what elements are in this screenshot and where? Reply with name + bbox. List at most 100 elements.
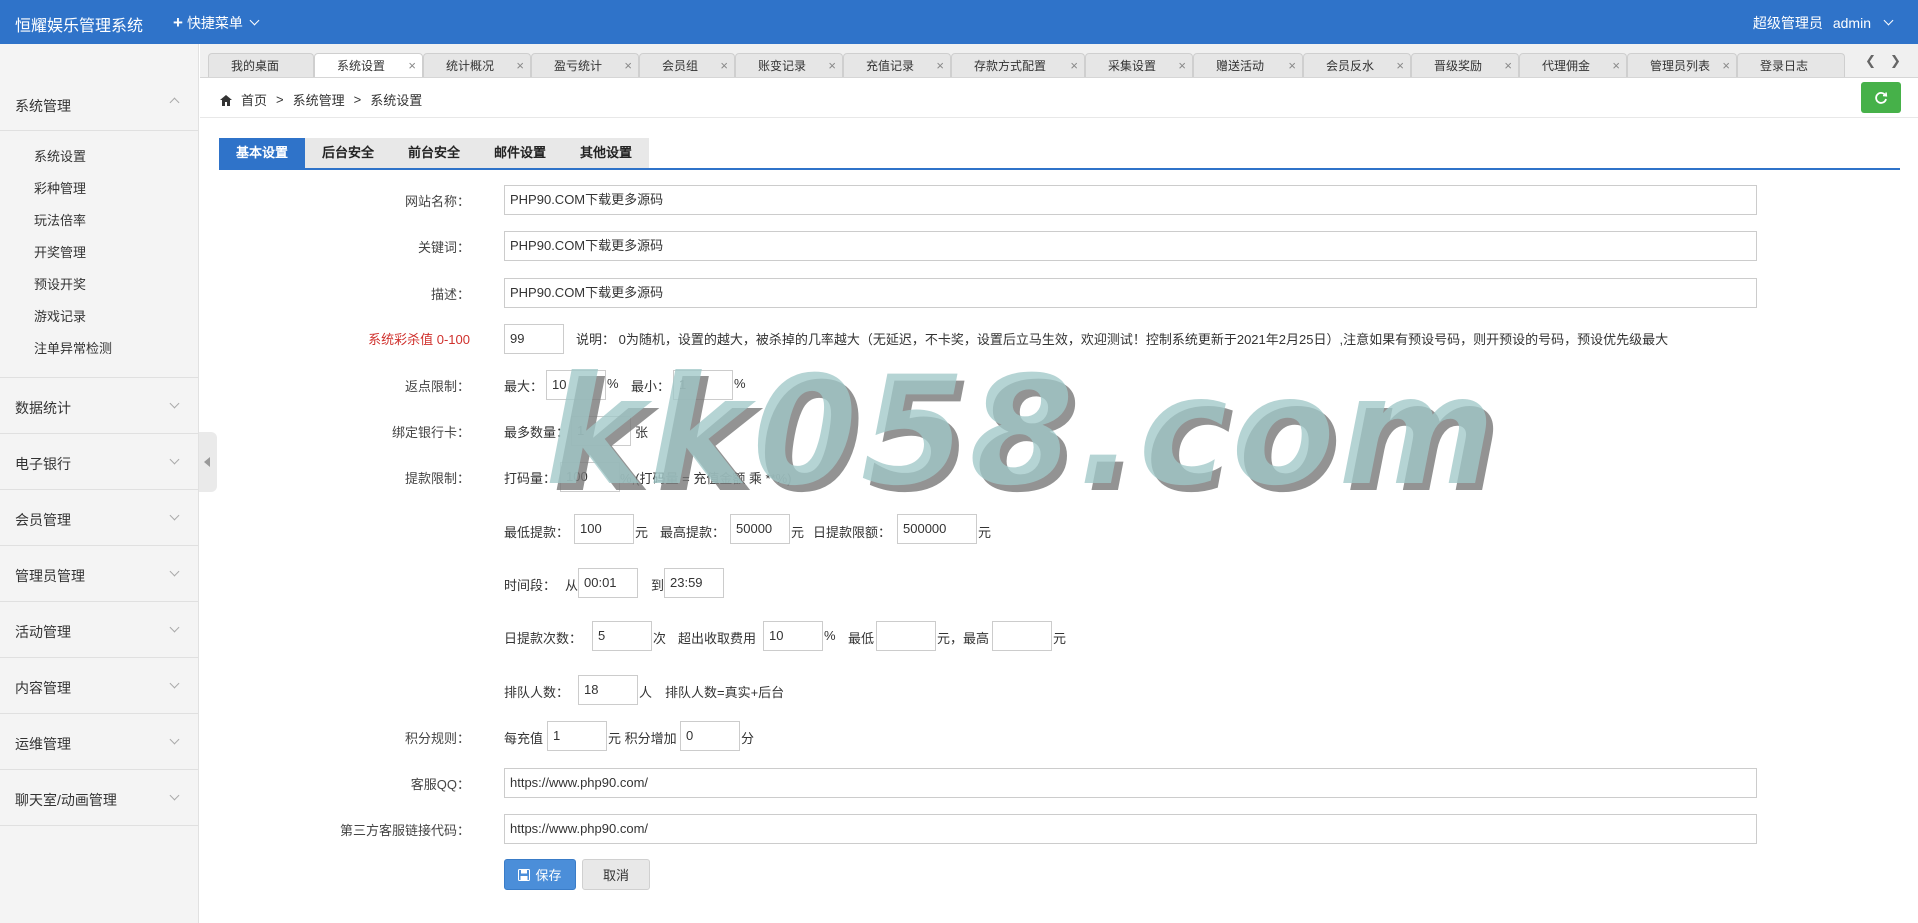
- rebate-max-field[interactable]: 10: [546, 370, 606, 400]
- cancel-button[interactable]: 取消: [582, 859, 650, 890]
- tab-frontend-security[interactable]: 前台安全: [391, 138, 477, 168]
- daily-limit-label: 日提款限额：: [813, 525, 892, 540]
- tab-member-groups[interactable]: 会员组 ×: [639, 53, 735, 77]
- bet-requirement-field[interactable]: 100: [560, 462, 620, 492]
- fee-min-field[interactable]: [876, 621, 936, 651]
- daily-count-unit: 次: [653, 631, 667, 646]
- chevron-down-icon[interactable]: [1883, 15, 1894, 25]
- fee-field[interactable]: 10: [763, 621, 823, 651]
- sidebar-collapse-handle[interactable]: [199, 432, 217, 492]
- sidebar-group-chatroom[interactable]: 聊天室/动画管理: [0, 770, 198, 826]
- breadcrumb-home[interactable]: 首页: [241, 90, 267, 109]
- daily-limit-field[interactable]: 500000: [897, 514, 977, 544]
- daily-count-label: 日提款次数：: [504, 631, 583, 646]
- sidebar-group-admins[interactable]: 管理员管理: [0, 546, 198, 602]
- max-withdraw-label: 最高提款：: [660, 525, 726, 540]
- sidebar-item-bet-anomaly[interactable]: 注单异常检测: [0, 333, 198, 365]
- description-field[interactable]: PHP90.COM下载更多源码: [504, 278, 1757, 308]
- tab-system-settings[interactable]: 系统设置 ×: [314, 53, 423, 77]
- tab-deposit-config[interactable]: 存款方式配置 ×: [951, 53, 1085, 77]
- close-icon[interactable]: ×: [1396, 54, 1404, 77]
- service-qq-field[interactable]: https://www.php90.com/: [504, 768, 1757, 798]
- save-label: 保存: [535, 868, 562, 883]
- sidebar-group-content[interactable]: 内容管理: [0, 658, 198, 714]
- sidebar-group-header[interactable]: 系统管理: [0, 44, 198, 131]
- save-button[interactable]: 保存: [504, 859, 576, 890]
- tab-stats-overview[interactable]: 统计概况 ×: [423, 53, 531, 77]
- app-title: 恒耀娱乐管理系统: [15, 18, 144, 35]
- close-icon[interactable]: ×: [1070, 54, 1078, 77]
- chevron-right-icon[interactable]: ❯: [1890, 53, 1901, 69]
- tab-backend-security[interactable]: 后台安全: [305, 138, 391, 168]
- withdraw-limit-label: 提款限制：: [404, 471, 470, 486]
- time-from-field[interactable]: 00:01: [578, 568, 638, 598]
- queue-unit: 人: [639, 685, 653, 700]
- kill-rate-field[interactable]: 99: [504, 324, 564, 354]
- rebate-min-field[interactable]: 1: [673, 370, 733, 400]
- tab-profit-loss[interactable]: 盈亏统计 ×: [531, 53, 639, 77]
- queue-field[interactable]: 18: [578, 675, 638, 705]
- points-rule-label: 积分规则：: [404, 731, 470, 746]
- plus-icon: +: [173, 13, 183, 32]
- username[interactable]: admin: [1833, 15, 1871, 31]
- refresh-button[interactable]: [1861, 82, 1901, 113]
- tab-admin-list[interactable]: 管理员列表 ×: [1627, 53, 1737, 77]
- tab-other-settings[interactable]: 其他设置: [563, 138, 649, 168]
- tab-label: 我的桌面: [231, 59, 280, 73]
- sidebar-item-preset-draw[interactable]: 预设开奖: [0, 269, 198, 301]
- points-per-field[interactable]: 1: [547, 721, 607, 751]
- tab-collect-settings[interactable]: 采集设置 ×: [1085, 53, 1193, 77]
- points-add-field[interactable]: 0: [680, 721, 740, 751]
- close-icon[interactable]: ×: [720, 54, 728, 77]
- tab-login-log[interactable]: 登录日志: [1737, 53, 1845, 77]
- sidebar-item-system-settings[interactable]: 系统设置: [0, 141, 198, 173]
- quick-menu-button[interactable]: + 快捷菜单: [173, 13, 260, 33]
- tab-my-desktop[interactable]: 我的桌面: [208, 53, 314, 77]
- tab-mail-settings[interactable]: 邮件设置: [477, 138, 563, 168]
- site-name-field[interactable]: PHP90.COM下载更多源码: [504, 185, 1757, 215]
- sidebar-item-game-records[interactable]: 游戏记录: [0, 301, 198, 333]
- keywords-field[interactable]: PHP90.COM下载更多源码: [504, 231, 1757, 261]
- sidebar-group-ops[interactable]: 运维管理: [0, 714, 198, 770]
- sidebar-item-odds[interactable]: 玩法倍率: [0, 205, 198, 237]
- max-withdraw-field[interactable]: 50000: [730, 514, 790, 544]
- sidebar-group-data-stats[interactable]: 数据统计: [0, 378, 198, 434]
- time-to-field[interactable]: 23:59: [664, 568, 724, 598]
- tab-recharge-records[interactable]: 充值记录 ×: [843, 53, 951, 77]
- user-menu[interactable]: 超级管理员 admin: [1753, 13, 1894, 33]
- tab-label: 盈亏统计: [554, 59, 603, 73]
- bind-card-field[interactable]: 1: [571, 416, 631, 446]
- sidebar-group-members[interactable]: 会员管理: [0, 490, 198, 546]
- close-icon[interactable]: ×: [408, 54, 416, 77]
- chevron-down-icon: [249, 15, 260, 25]
- close-icon[interactable]: ×: [1612, 54, 1620, 77]
- close-icon[interactable]: ×: [624, 54, 632, 77]
- close-icon[interactable]: ×: [1504, 54, 1512, 77]
- close-icon[interactable]: ×: [828, 54, 836, 77]
- tab-promotion-reward[interactable]: 晋级奖励 ×: [1411, 53, 1519, 77]
- tab-account-changes[interactable]: 账变记录 ×: [735, 53, 843, 77]
- tab-basic-settings[interactable]: 基本设置: [219, 138, 305, 168]
- sidebar-group-ebank[interactable]: 电子银行: [0, 434, 198, 490]
- close-icon[interactable]: ×: [516, 54, 524, 77]
- tab-label: 存款方式配置: [974, 59, 1047, 73]
- breadcrumb-level1[interactable]: 系统管理: [293, 90, 345, 109]
- fee-label: 超出收取费用: [678, 631, 757, 646]
- sidebar-item-lottery-types[interactable]: 彩种管理: [0, 173, 198, 205]
- third-service-field[interactable]: https://www.php90.com/: [504, 814, 1757, 844]
- min-withdraw-field[interactable]: 100: [574, 514, 634, 544]
- close-icon[interactable]: ×: [1178, 54, 1186, 77]
- close-icon[interactable]: ×: [1722, 54, 1730, 77]
- daily-count-field[interactable]: 5: [592, 621, 652, 651]
- tab-agent-commission[interactable]: 代理佣金 ×: [1519, 53, 1627, 77]
- close-icon[interactable]: ×: [1288, 54, 1296, 77]
- chevron-left-icon[interactable]: ❮: [1865, 53, 1876, 69]
- tab-scroll-nav: ❮ ❯: [1848, 44, 1918, 77]
- fee-max-field[interactable]: [992, 621, 1052, 651]
- sidebar-group-activities[interactable]: 活动管理: [0, 602, 198, 658]
- close-icon[interactable]: ×: [936, 54, 944, 77]
- sidebar-item-draw-management[interactable]: 开奖管理: [0, 237, 198, 269]
- tab-gift-activity[interactable]: 赠送活动 ×: [1193, 53, 1303, 77]
- tab-member-rebate[interactable]: 会员反水 ×: [1303, 53, 1411, 77]
- tab-label: 代理佣金: [1542, 59, 1591, 73]
